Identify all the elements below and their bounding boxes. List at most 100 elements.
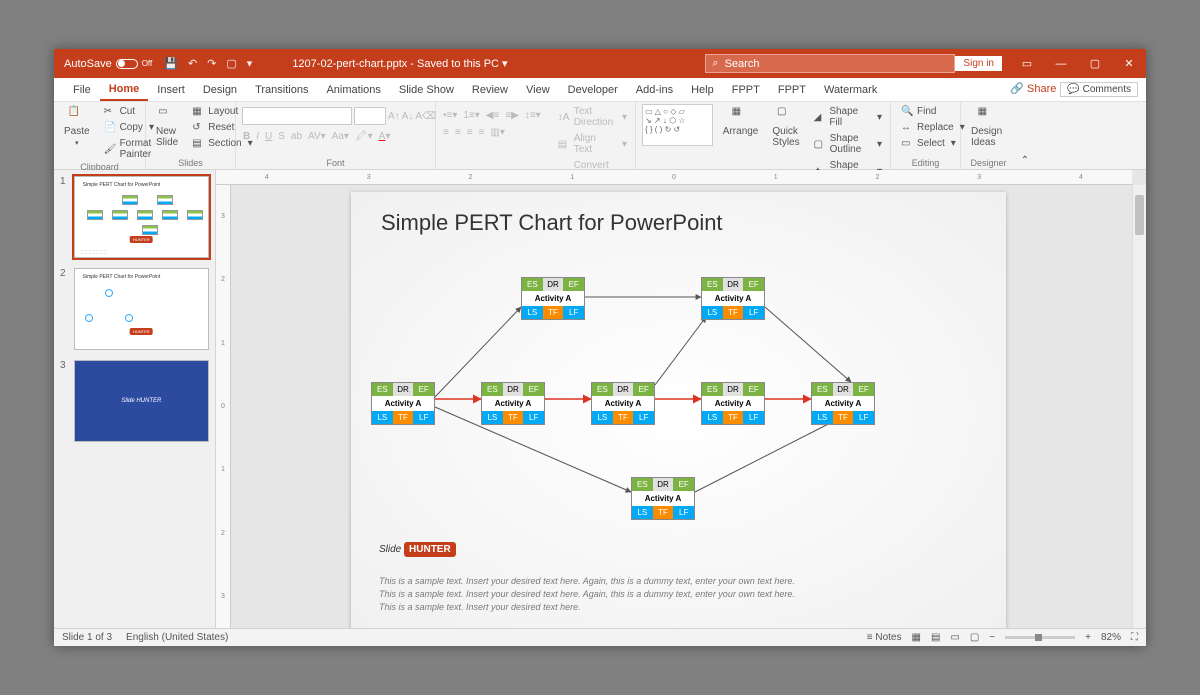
redo-icon[interactable]: ↷: [207, 57, 216, 70]
zoom-out-icon[interactable]: −: [989, 632, 995, 643]
font-family-select[interactable]: [242, 107, 352, 125]
close-icon[interactable]: ✕: [1112, 49, 1146, 78]
tab-developer[interactable]: Developer: [559, 80, 627, 100]
tab-design[interactable]: Design: [194, 80, 246, 100]
tab-review[interactable]: Review: [463, 80, 517, 100]
autosave-toggle[interactable]: AutoSave Off: [64, 58, 152, 70]
italic-button[interactable]: I: [255, 131, 260, 142]
tab-view[interactable]: View: [517, 80, 559, 100]
zoom-in-icon[interactable]: +: [1085, 632, 1091, 643]
undo-icon[interactable]: ↶: [188, 57, 197, 70]
pert-node[interactable]: ESDREFActivity ALSTFLF: [701, 277, 765, 320]
tab-fppt-2[interactable]: FPPT: [769, 80, 815, 100]
comments-button[interactable]: 💬 Comments: [1060, 82, 1138, 97]
font-size-select[interactable]: [354, 107, 386, 125]
share-button[interactable]: 🔗 Share: [1010, 82, 1056, 97]
tab-file[interactable]: File: [64, 80, 100, 100]
pert-node[interactable]: ESDREFActivity ALSTFLF: [481, 382, 545, 425]
line-spacing-button[interactable]: ↕≡▾: [524, 110, 542, 121]
zoom-value[interactable]: 82%: [1101, 632, 1121, 643]
filename-dropdown-icon[interactable]: ▾: [502, 58, 508, 70]
search-box[interactable]: ⌕ Search: [705, 54, 955, 73]
new-slide-button[interactable]: ▭ New Slide: [152, 104, 182, 150]
fit-slide-icon[interactable]: ⛶: [1131, 632, 1138, 643]
pert-node[interactable]: ESDREFActivity ALSTFLF: [631, 477, 695, 520]
paste-button[interactable]: 📋 Paste ▾: [60, 104, 94, 149]
increase-font-icon[interactable]: A↑: [388, 111, 400, 122]
align-right-button[interactable]: ≡: [466, 127, 474, 138]
case-button[interactable]: Aa▾: [331, 131, 350, 142]
columns-button[interactable]: ▥▾: [489, 127, 505, 138]
language-status[interactable]: English (United States): [126, 632, 228, 643]
decrease-font-icon[interactable]: A↓: [402, 111, 414, 122]
present-icon[interactable]: ▢: [226, 57, 236, 70]
pert-node[interactable]: ESDREFActivity ALSTFLF: [811, 382, 875, 425]
notes-button[interactable]: ≡ Notes: [867, 632, 902, 643]
thumbnail-3[interactable]: 3 Slide HUNTER: [60, 360, 209, 442]
align-text-button[interactable]: ▤Align Text ▾: [554, 131, 629, 157]
view-normal-icon[interactable]: ▦: [911, 632, 920, 643]
align-left-button[interactable]: ≡: [442, 127, 450, 138]
strike-button[interactable]: S: [277, 131, 286, 142]
tab-insert[interactable]: Insert: [148, 80, 194, 100]
shape-outline-button[interactable]: ▢Shape Outline ▾: [810, 131, 884, 157]
tab-help[interactable]: Help: [682, 80, 723, 100]
quick-styles-button[interactable]: ▢Quick Styles: [768, 104, 803, 150]
justify-button[interactable]: ≡: [478, 127, 486, 138]
logo-prefix: Slide: [379, 544, 401, 555]
slide-canvas[interactable]: Simple PERT Chart for PowerPoint: [351, 192, 1006, 628]
tab-animations[interactable]: Animations: [317, 80, 389, 100]
design-ideas-button[interactable]: ▦Design Ideas: [967, 104, 1006, 150]
scroll-thumb[interactable]: [1135, 195, 1144, 235]
shape-fill-button[interactable]: ◢Shape Fill ▾: [810, 104, 884, 130]
collapse-ribbon-icon[interactable]: ⌃: [1016, 102, 1034, 169]
tab-slideshow[interactable]: Slide Show: [390, 80, 463, 100]
search-icon: ⌕: [712, 57, 718, 70]
minimize-icon[interactable]: —: [1044, 49, 1078, 78]
tab-watermark[interactable]: Watermark: [815, 80, 886, 100]
arrange-button[interactable]: ▦Arrange: [719, 104, 763, 139]
save-icon[interactable]: 💾: [164, 57, 178, 70]
tab-home[interactable]: Home: [100, 79, 149, 101]
slide-title[interactable]: Simple PERT Chart for PowerPoint: [381, 210, 723, 236]
thumbnail-1[interactable]: 1 Simple PERT Chart for PowerPoint HUNTE…: [60, 176, 209, 258]
pert-node[interactable]: ESDREFActivity ALSTFLF: [521, 277, 585, 320]
tab-addins[interactable]: Add-ins: [627, 80, 682, 100]
qat-more-icon[interactable]: ▾: [247, 57, 253, 70]
align-center-button[interactable]: ≡: [454, 127, 462, 138]
tab-fppt-1[interactable]: FPPT: [723, 80, 769, 100]
clear-format-icon[interactable]: A⌫: [415, 111, 436, 122]
find-button[interactable]: 🔍Find: [897, 104, 967, 119]
indent-dec-button[interactable]: ◀≡: [485, 110, 501, 121]
signin-button[interactable]: Sign in: [955, 56, 1002, 71]
select-button[interactable]: ▭Select ▾: [897, 136, 967, 151]
shadow-button[interactable]: ab: [290, 131, 303, 142]
pert-node[interactable]: ESDREFActivity ALSTFLF: [371, 382, 435, 425]
tab-transitions[interactable]: Transitions: [246, 80, 317, 100]
maximize-icon[interactable]: ▢: [1078, 49, 1112, 78]
shapes-gallery[interactable]: ▭ △ ○ ◇ ▱↘ ↗ ↓ ⬡ ☆{ } ( ) ↻ ↺: [642, 104, 713, 146]
text-direction-button[interactable]: ↕AText Direction ▾: [554, 104, 629, 130]
indent-inc-button[interactable]: ≡▶: [504, 110, 520, 121]
ribbon-mode-icon[interactable]: ▭: [1010, 49, 1044, 78]
replace-button[interactable]: ↔Replace ▾: [897, 120, 967, 135]
view-sorter-icon[interactable]: ▤: [931, 632, 940, 643]
thumbnail-2[interactable]: 2 Simple PERT Chart for PowerPoint HUNTE…: [60, 268, 209, 350]
thumbnail-panel[interactable]: 1 Simple PERT Chart for PowerPoint HUNTE…: [54, 170, 216, 628]
numbering-button[interactable]: 1≡▾: [462, 110, 480, 121]
slide-counter[interactable]: Slide 1 of 3: [62, 632, 112, 643]
highlight-button[interactable]: 🖍▾: [354, 131, 374, 142]
zoom-slider[interactable]: [1005, 636, 1075, 639]
bullets-button[interactable]: •≡▾: [442, 110, 458, 121]
logo-badge: HUNTER: [404, 542, 456, 557]
font-color-button[interactable]: A▾: [378, 131, 392, 142]
pert-node[interactable]: ESDREFActivity ALSTFLF: [701, 382, 765, 425]
bold-button[interactable]: B: [242, 131, 251, 142]
scrollbar-vertical[interactable]: [1132, 185, 1146, 628]
view-slideshow-icon[interactable]: ▢: [970, 632, 979, 643]
pert-node[interactable]: ESDREFActivity ALSTFLF: [591, 382, 655, 425]
view-reading-icon[interactable]: ▭: [950, 632, 959, 643]
sample-text[interactable]: This is a sample text. Insert your desir…: [379, 575, 978, 614]
underline-button[interactable]: U: [264, 131, 273, 142]
spacing-button[interactable]: AV▾: [307, 131, 327, 142]
